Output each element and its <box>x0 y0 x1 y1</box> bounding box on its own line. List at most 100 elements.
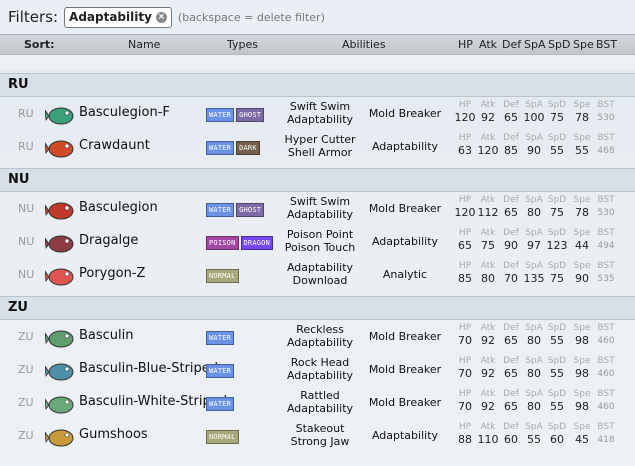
pokemon-row[interactable]: ZU Basculin WATER Reckless Adaptability M… <box>0 321 635 354</box>
row-tier: ZU <box>18 363 34 376</box>
type-badge-water: WATER <box>206 203 235 217</box>
pokemon-sprite-icon <box>45 429 74 447</box>
stat-hp-label: HP <box>458 195 472 205</box>
pokemon-name[interactable]: Gumshoos <box>79 427 148 442</box>
type-badges: WATER <box>206 397 235 411</box>
stat-spd-value: 60 <box>550 433 564 446</box>
ability-1: Adaptability <box>286 261 354 274</box>
type-badge-dark: DARK <box>236 141 260 155</box>
pokemon-row[interactable]: NU Dragalge POISON DRAGON Poison Point Poi… <box>0 226 635 259</box>
type-badge-poison: POISON <box>206 236 239 250</box>
pokemon-sprite-icon <box>45 396 74 414</box>
ability-2: Poison Touch <box>284 241 356 254</box>
sort-by-hp[interactable]: HP <box>458 38 473 51</box>
stat-spd-label: SpD <box>547 323 567 333</box>
sort-by-def[interactable]: Def <box>502 38 521 51</box>
hidden-ability: Adaptability <box>371 429 439 442</box>
sort-by-spa[interactable]: SpA <box>524 38 546 51</box>
pokemon-row[interactable]: ZU Gumshoos NORMAL Stakeout Strong Jaw Ad… <box>0 420 635 453</box>
stat-spe-label: Spe <box>573 195 591 205</box>
stat-bst-label: BST <box>597 228 615 238</box>
stat-atk-label: Atk <box>480 323 496 333</box>
pokemon-name[interactable]: Basculegion-F <box>79 105 170 120</box>
pokemon-row[interactable]: ZU Basculin-Blue-Striped WATER Rock Head … <box>0 354 635 387</box>
ability-1: Hyper Cutter <box>284 133 356 146</box>
stat-spe-label: Spe <box>573 133 591 143</box>
type-badge-normal: NORMAL <box>206 269 239 283</box>
sort-by-bst[interactable]: BST <box>596 38 617 51</box>
ability-2: Adaptability <box>286 336 354 349</box>
ability-1: Rock Head <box>290 356 350 369</box>
pokemon-row[interactable]: NU Porygon-Z NORMAL Adaptability Download… <box>0 259 635 292</box>
sort-by-atk[interactable]: Atk <box>479 38 497 51</box>
stat-def-label: Def <box>503 195 519 205</box>
stat-def-label: Def <box>503 261 519 271</box>
filter-chip-adaptability[interactable]: Adaptability × <box>64 6 172 28</box>
stat-atk-label: Atk <box>480 133 496 143</box>
stat-spd-label: SpD <box>547 228 567 238</box>
stat-spd-label: SpD <box>547 133 567 143</box>
pokemon-name[interactable]: Dragalge <box>79 233 138 248</box>
pokemon-row[interactable]: NU Basculegion WATER GHOST Swift Swim Adap… <box>0 193 635 226</box>
sort-by-spe[interactable]: Spe <box>573 38 594 51</box>
tier-label: RU <box>8 77 29 92</box>
stat-spe-label: Spe <box>573 323 591 333</box>
stat-spd-value: 123 <box>546 239 568 252</box>
abilities: Rock Head Adaptability <box>279 356 361 382</box>
type-badge-water: WATER <box>206 141 235 155</box>
type-badge-dragon: DRAGON <box>240 236 273 250</box>
stat-bst-value: 530 <box>597 113 615 123</box>
pokemon-sprite-icon <box>45 268 74 286</box>
pokemon-name[interactable]: Basculegion <box>79 200 158 215</box>
pokemon-name[interactable]: Crawdaunt <box>79 138 150 153</box>
sort-label: Sort: <box>24 38 55 51</box>
stat-hp-label: HP <box>458 422 472 432</box>
stat-hp-label: HP <box>458 356 472 366</box>
filters-bar: Filters: Adaptability × (backspace = del… <box>0 0 635 34</box>
pokemon-sprite-icon <box>45 107 74 125</box>
type-badges: WATER DARK <box>206 141 260 155</box>
row-tier: RU <box>18 107 34 120</box>
stat-spe-label: Spe <box>573 422 591 432</box>
stat-atk-label: Atk <box>480 389 496 399</box>
remove-filter-icon[interactable]: × <box>155 11 167 23</box>
stat-hp-label: HP <box>458 228 472 238</box>
stat-hp-label: HP <box>458 389 472 399</box>
stat-bst-label: BST <box>597 323 615 333</box>
stat-atk-label: Atk <box>480 356 496 366</box>
type-badge-water: WATER <box>206 397 235 411</box>
sort-by-abilities[interactable]: Abilities <box>342 38 386 51</box>
sort-by-types[interactable]: Types <box>227 38 258 51</box>
row-tier: NU <box>18 202 35 215</box>
pokemon-name[interactable]: Basculin <box>79 328 134 343</box>
sort-by-spd[interactable]: SpD <box>548 38 570 51</box>
pokemon-row[interactable]: ZU Basculin-White-Striped WATER Rattled A… <box>0 387 635 420</box>
stat-bst-value: 494 <box>597 241 615 251</box>
tier-header-nu: NU <box>0 168 635 192</box>
stat-spa-label: SpA <box>525 228 543 238</box>
stat-hp-label: HP <box>458 323 472 333</box>
list-spacer <box>0 54 635 70</box>
pokemon-name[interactable]: Basculin-Blue-Striped <box>79 361 218 376</box>
filters-label: Filters: <box>8 8 59 26</box>
hidden-ability: Mold Breaker <box>368 202 442 215</box>
stat-bst-label: BST <box>597 389 615 399</box>
pokemon-row[interactable]: RU Crawdaunt WATER DARK Hyper Cutter Shell… <box>0 131 635 164</box>
pokemon-name[interactable]: Basculin-White-Striped <box>79 394 227 409</box>
stat-spa-label: SpA <box>525 323 543 333</box>
stat-spa-label: SpA <box>525 100 543 110</box>
pokemon-name[interactable]: Porygon-Z <box>79 266 145 281</box>
hidden-ability: Mold Breaker <box>368 330 442 343</box>
pokemon-sprite-icon <box>45 330 74 348</box>
stat-def-label: Def <box>503 323 519 333</box>
stat-spa-label: SpA <box>525 261 543 271</box>
stat-spa-label: SpA <box>525 195 543 205</box>
pokemon-row[interactable]: RU Basculegion-F WATER GHOST Swift Swim Ad… <box>0 98 635 131</box>
type-badge-ghost: GHOST <box>236 203 265 217</box>
pokemon-sprite-icon <box>45 140 74 158</box>
sort-by-name[interactable]: Name <box>128 38 160 51</box>
abilities: Reckless Adaptability <box>279 323 361 349</box>
stat-hp-label: HP <box>458 133 472 143</box>
stat-atk-label: Atk <box>480 261 496 271</box>
stat-spe-label: Spe <box>573 228 591 238</box>
